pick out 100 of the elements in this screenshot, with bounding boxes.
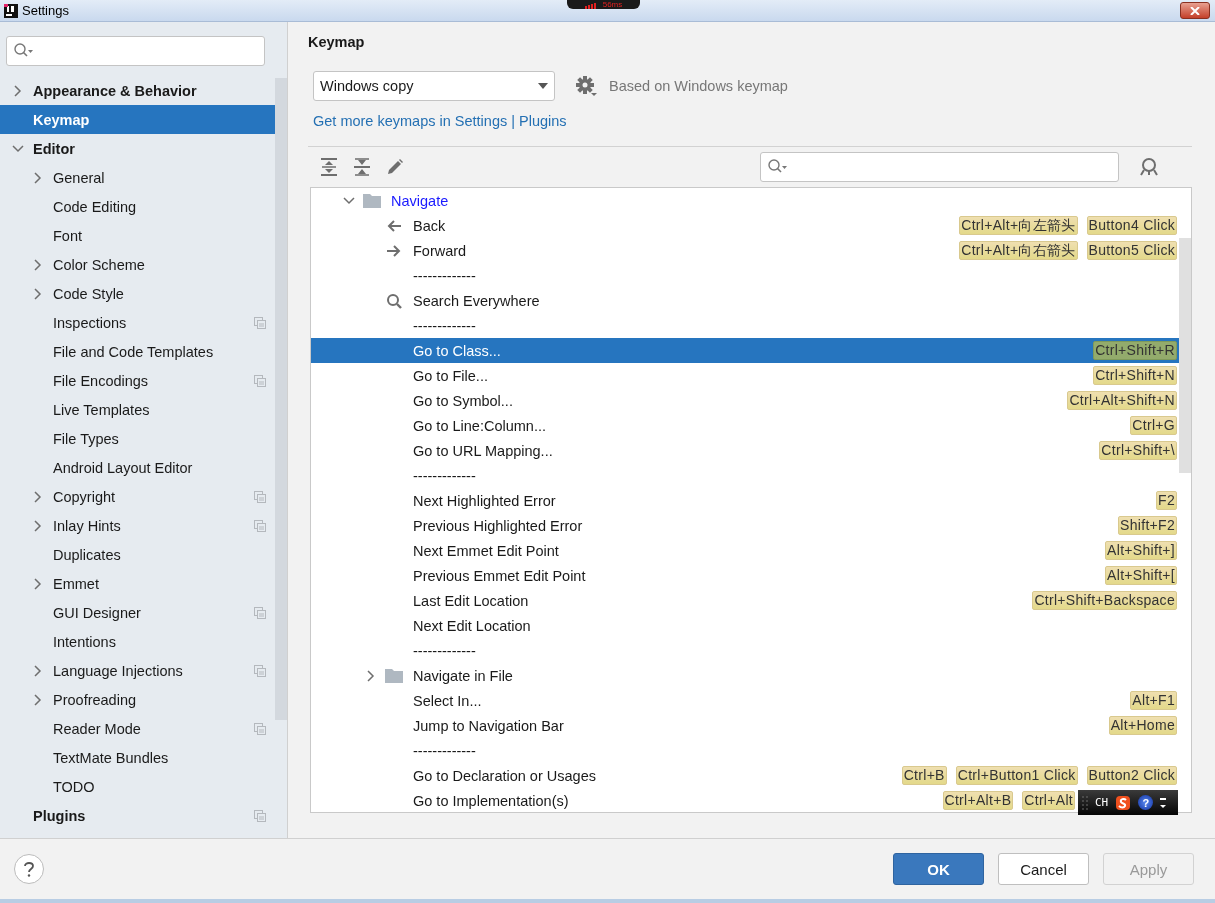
dropdown-caret-icon xyxy=(538,83,548,89)
sidebar-item[interactable]: General xyxy=(0,163,275,192)
shortcut-badge: Alt+Shift+] xyxy=(1105,541,1177,560)
action-label[interactable]: Jump to Navigation Bar xyxy=(413,717,564,734)
shortcut-badge: Ctrl+Alt xyxy=(1022,791,1075,810)
sidebar-item[interactable]: TODO xyxy=(0,772,275,801)
action-label[interactable]: Next Emmet Edit Point xyxy=(413,542,559,559)
menu-icon xyxy=(1160,796,1167,809)
action-label[interactable]: Previous Highlighted Error xyxy=(413,517,583,534)
scrollbar[interactable] xyxy=(1179,238,1191,473)
shortcut-badge: Button4 Click xyxy=(1086,216,1177,235)
action-label[interactable]: Last Edit Location xyxy=(413,592,529,609)
input-language: CH xyxy=(1095,796,1109,809)
separator-label[interactable]: ------------- xyxy=(413,742,476,759)
shortcut-badge: Button5 Click xyxy=(1086,241,1177,260)
action-label[interactable]: Go to Implementation(s) xyxy=(413,792,569,809)
get-keymaps-link[interactable]: Get more keymaps in Settings | Plugins xyxy=(313,113,567,129)
sidebar-item[interactable]: Editor xyxy=(0,134,275,163)
action-label[interactable]: Search Everywhere xyxy=(413,292,540,309)
sidebar-item[interactable]: Color Scheme xyxy=(0,250,275,279)
action-label[interactable]: Go to File... xyxy=(413,367,488,384)
help-button[interactable] xyxy=(14,854,44,884)
sidebar-item[interactable]: Plugins xyxy=(0,801,275,830)
shortcut-badge: Ctrl+Shift+R xyxy=(1093,341,1177,360)
shortcut-badge: Ctrl+Alt+向左箭头 xyxy=(959,216,1078,235)
sidebar-item[interactable]: Appearance & Behavior xyxy=(0,76,275,105)
action-label[interactable]: Next Edit Location xyxy=(413,617,531,634)
help-icon: ? xyxy=(1138,795,1154,810)
sidebar-item[interactable]: TextMate Bundles xyxy=(0,743,275,772)
tree-group-label[interactable]: Navigate xyxy=(391,192,449,209)
folder-icon xyxy=(363,193,381,208)
help-icon xyxy=(23,861,35,877)
sidebar-item[interactable]: File and Code Templates xyxy=(0,337,275,366)
search-field[interactable] xyxy=(760,152,1119,182)
action-label[interactable]: Next Highlighted Error xyxy=(413,492,556,509)
shortcut-badge: F2 xyxy=(1156,491,1177,510)
find-by-shortcut-button[interactable] xyxy=(1140,157,1160,177)
action-label[interactable]: Go to Line:Column... xyxy=(413,417,546,434)
scrollbar[interactable] xyxy=(275,78,287,720)
sidebar-item[interactable]: Keymap xyxy=(0,105,275,134)
sidebar-item[interactable]: GUI Designer xyxy=(0,598,275,627)
action-label[interactable]: Back xyxy=(413,217,446,234)
separator-label[interactable]: ------------- xyxy=(413,467,476,484)
sidebar-item[interactable]: Reader Mode xyxy=(0,714,275,743)
sidebar-item[interactable]: Font xyxy=(0,221,275,250)
separator-label[interactable]: ------------- xyxy=(413,642,476,659)
folder-icon xyxy=(385,668,403,683)
ime-logo-icon xyxy=(1115,794,1132,811)
shortcut-badge: Alt+Shift+[ xyxy=(1105,566,1177,585)
input-method-menu[interactable]: CH ? xyxy=(1078,790,1178,815)
sidebar-item[interactable]: Intentions xyxy=(0,627,275,656)
find-shortcut-icon xyxy=(1140,157,1160,177)
based-on-label: Based on Windows keymap xyxy=(609,78,788,94)
signal-icon xyxy=(584,3,597,9)
sidebar-item[interactable]: Code Style xyxy=(0,279,275,308)
shortcut-badge: Ctrl+B xyxy=(901,766,947,785)
search-icon xyxy=(14,43,34,59)
shortcut-badge: Ctrl+Shift+\ xyxy=(1099,441,1177,460)
sidebar-item[interactable]: File Types xyxy=(0,424,275,453)
action-label[interactable]: Go to URL Mapping... xyxy=(413,442,553,459)
separator-label[interactable]: ------------- xyxy=(413,267,476,284)
latency-reading: 56ms xyxy=(602,1,623,9)
right-arrow-icon xyxy=(386,242,402,259)
shortcut-badge: Ctrl+G xyxy=(1130,416,1177,435)
action-label[interactable]: Go to Declaration or Usages xyxy=(413,767,596,784)
shortcut-badge: Shift+F2 xyxy=(1118,516,1177,535)
tree-group-label[interactable]: Navigate in File xyxy=(413,667,513,684)
close-icon xyxy=(1190,6,1200,15)
sidebar-item[interactable]: Emmet xyxy=(0,569,275,598)
app-logo-icon xyxy=(4,3,18,18)
sidebar-item[interactable]: Inlay Hints xyxy=(0,511,275,540)
shortcut-badge: Ctrl+Alt+向右箭头 xyxy=(959,241,1078,260)
sidebar-item[interactable]: Android Layout Editor xyxy=(0,453,275,482)
sidebar-item[interactable]: Live Templates xyxy=(0,395,275,424)
sidebar-item[interactable]: File Encodings xyxy=(0,366,275,395)
search-icon xyxy=(386,292,402,309)
sidebar-item[interactable]: Code Editing xyxy=(0,192,275,221)
shortcut-badge: Ctrl+Shift+Backspace xyxy=(1032,591,1177,610)
sidebar-item[interactable]: Copyright xyxy=(0,482,275,511)
dialog-button[interactable]: Cancel xyxy=(998,853,1089,885)
shortcut-badge: Ctrl+Alt+B xyxy=(942,791,1014,810)
settings-icon xyxy=(575,75,597,97)
sidebar-item[interactable]: Proofreading xyxy=(0,685,275,714)
search-field[interactable] xyxy=(6,36,265,66)
close-button[interactable] xyxy=(1180,2,1210,19)
sidebar-item[interactable]: Inspections xyxy=(0,308,275,337)
separator-label[interactable]: ------------- xyxy=(413,317,476,334)
action-label[interactable]: Previous Emmet Edit Point xyxy=(413,567,586,584)
selected-tree-row[interactable]: Go to Class... Ctrl+Shift+R xyxy=(311,338,1179,363)
left-arrow-icon xyxy=(386,217,402,234)
page-title: Keymap xyxy=(308,34,366,50)
sidebar-item[interactable]: Duplicates xyxy=(0,540,275,569)
dialog-button[interactable]: OK xyxy=(893,853,984,885)
keymap-dropdown[interactable]: Windows copy xyxy=(313,71,555,101)
action-label[interactable]: Go to Symbol... xyxy=(413,392,513,409)
action-label[interactable]: Forward xyxy=(413,242,467,259)
action-label[interactable]: Select In... xyxy=(413,692,482,709)
sidebar-item[interactable]: Language Injections xyxy=(0,656,275,685)
collapse-all-icon xyxy=(353,158,371,176)
settings-button[interactable] xyxy=(575,75,597,97)
